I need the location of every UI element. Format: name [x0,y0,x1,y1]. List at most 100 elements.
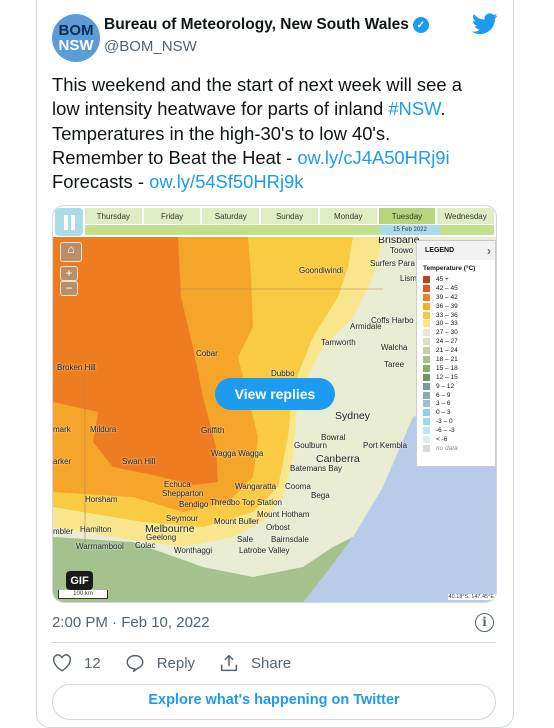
place-label: Shepparton [162,489,204,498]
legend-item: 6 – 9 [423,391,495,400]
legend-label: 42 – 45 [436,284,458,292]
place-label: Orbost [266,523,291,532]
avatar-text-top: BOM [58,22,94,39]
place-label: Dubbo [271,369,295,378]
day-tab[interactable]: Wednesday [437,208,495,224]
tweet-text-line: Temperatures in the high-30's to low 40'… [52,122,391,144]
selected-date: 15 Feb 2022 [380,225,440,235]
avatar-text-bottom: NSW [58,37,94,54]
legend-label: -6 – -3 [436,427,455,435]
legend-label: 21 – 24 [436,347,458,355]
place-label: Sydney [335,410,371,422]
author-handle[interactable]: @BOM_NSW [104,38,197,55]
reply-button[interactable]: Reply [125,654,195,672]
text-segment: Remember to Beat the Heat - [52,146,298,168]
place-label: Surfers Para [370,259,415,268]
legend-header[interactable]: LEGEND › [417,241,495,260]
divider [52,642,496,643]
pause-icon[interactable] [55,208,83,236]
text-segment: low intensity heatwave for parts of inla… [52,98,389,120]
place-label: Echuca [164,480,191,489]
share-button[interactable]: Share [219,654,291,672]
legend-label: 30 – 33 [436,320,458,328]
verified-badge-icon: ✓ [412,17,429,33]
legend-panel: LEGEND › Temperature (°C) 45 +42 – 45 39 … [416,240,496,467]
day-tab[interactable]: Thursday [85,208,142,224]
place-label: Mount Buller [214,517,259,526]
place-label: arker [53,457,72,466]
legend-label: 15 – 18 [436,364,458,372]
chevron-right-icon[interactable]: › [487,244,491,258]
legend-label: 24 – 27 [436,338,458,346]
home-view-icon[interactable]: ⌂ [60,242,82,262]
day-tab[interactable]: Sunday [261,208,318,224]
day-tab[interactable]: Saturday [202,208,260,224]
place-label: Broken Hill [57,363,96,372]
place-label: Swan Hill [122,457,156,466]
explore-button[interactable]: Explore what's happening on Twitter [52,684,496,720]
legend-swatch [423,373,430,381]
link-beat-the-heat[interactable]: ow.ly/cJ4A50HRj9i [297,147,449,168]
legend-title: Temperature (°C) [423,265,476,272]
legend-item: 27 – 30 [423,328,495,337]
place-label: Port Kembla [363,441,408,450]
gif-media[interactable]: Thursday Friday Saturday Sunday Monday T… [52,205,497,603]
legend-label: no data [436,444,458,452]
legend-swatch [423,400,430,408]
place-label: Griffith [201,426,225,435]
legend-label: 27 – 30 [436,329,458,337]
day-tab[interactable]: Friday [143,208,201,224]
place-label: Taree [384,360,405,369]
author-name[interactable]: Bureau of Meteorology, New South Wales ✓ [104,16,429,34]
zoom-in-button[interactable]: + [60,266,78,281]
view-replies-button[interactable]: View replies [215,378,335,410]
legend-label: 0 – 3 [436,409,451,417]
info-icon[interactable]: i [475,613,494,632]
legend-swatch [423,347,430,355]
place-label: Horsham [85,495,118,504]
tweet-text: This weekend and the start of next week … [52,73,462,194]
place-label: Latrobe Valley [239,546,290,555]
place-label: Toowo [390,246,414,255]
like-button[interactable]: 12 [52,654,101,672]
legend-swatch [423,311,430,319]
author-name-text: Bureau of Meteorology, New South Wales [104,16,409,33]
twitter-logo-icon[interactable] [472,13,498,35]
avatar[interactable]: BOM NSW [52,14,100,62]
legend-item: 0 – 3 [423,408,495,417]
legend-item: -6 – -3 [423,426,495,435]
legend-item: 15 – 18 [423,364,495,373]
legend-label: 33 – 36 [436,311,458,319]
legend-item: 33 – 36 [423,311,495,320]
legend-swatch [423,320,430,328]
zoom-out-button[interactable]: − [60,281,78,296]
timestamp[interactable]: 2:00 PM · Feb 10, 2022 [52,614,210,631]
tweet-text-line: low intensity heatwave for parts of inla… [52,97,462,121]
legend-item: 18 – 21 [423,355,495,364]
link-forecasts[interactable]: ow.ly/54Sf50HRj9k [149,171,303,192]
legend-swatch [423,427,430,435]
legend-item: no data [423,444,495,453]
share-label: Share [251,654,292,672]
place-label: Batemans Bay [290,464,343,473]
legend-items: 45 +42 – 45 39 – 42 36 – 39 33 – 36 30 – 33 2… [417,275,495,453]
place-label: Tamworth [321,338,356,347]
tweet-text-line: Forecasts - ow.ly/54Sf50HRj9k [52,170,462,194]
legend-swatch [423,338,430,346]
legend-item: 42 – 45 [423,284,495,293]
legend-item: 45 + [423,275,495,284]
day-tab-selected[interactable]: Tuesday [378,208,436,224]
gif-badge: GIF [66,571,93,590]
legend-item: 24 – 27 [423,337,495,346]
hashtag-link[interactable]: #NSW [388,98,440,119]
legend-swatch [423,284,430,292]
day-tab[interactable]: Monday [319,208,377,224]
place-label: Sale [237,535,254,544]
place-label: Brisbane [378,237,420,246]
day-selector: Thursday Friday Saturday Sunday Monday T… [85,208,495,224]
legend-item: 30 – 33 [423,319,495,328]
place-label: Cobar [196,349,218,358]
place-label: Goulburn [294,441,327,450]
legend-item: 36 – 39 [423,302,495,311]
legend-label: 12 – 15 [436,373,458,381]
